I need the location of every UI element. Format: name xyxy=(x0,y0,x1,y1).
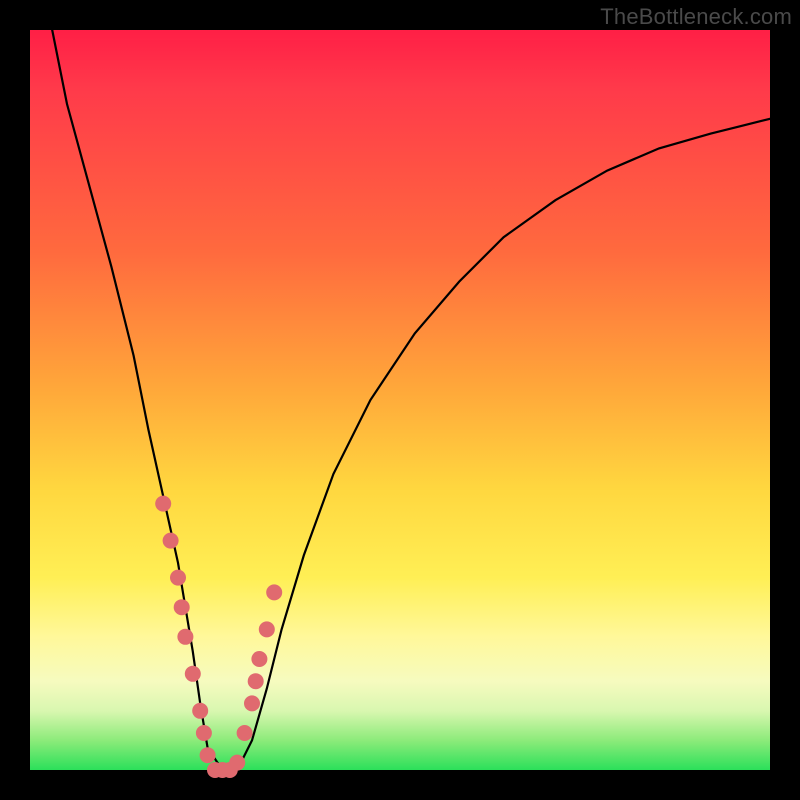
marker-dot xyxy=(244,695,260,711)
marker-dot xyxy=(196,725,212,741)
marker-dot xyxy=(192,703,208,719)
marker-dot xyxy=(177,629,193,645)
marker-dot xyxy=(251,651,267,667)
marker-group xyxy=(155,496,282,778)
watermark-text: TheBottleneck.com xyxy=(600,4,792,30)
marker-dot xyxy=(185,666,201,682)
marker-dot xyxy=(170,570,186,586)
marker-dot xyxy=(266,584,282,600)
marker-dot xyxy=(229,755,245,771)
marker-dot xyxy=(174,599,190,615)
marker-dot xyxy=(237,725,253,741)
chart-svg xyxy=(30,30,770,770)
marker-dot xyxy=(248,673,264,689)
outer-frame: TheBottleneck.com xyxy=(0,0,800,800)
marker-dot xyxy=(163,533,179,549)
marker-dot xyxy=(259,621,275,637)
marker-dot xyxy=(155,496,171,512)
plot-area xyxy=(30,30,770,770)
bottleneck-curve xyxy=(52,30,770,770)
marker-dot xyxy=(200,747,216,763)
